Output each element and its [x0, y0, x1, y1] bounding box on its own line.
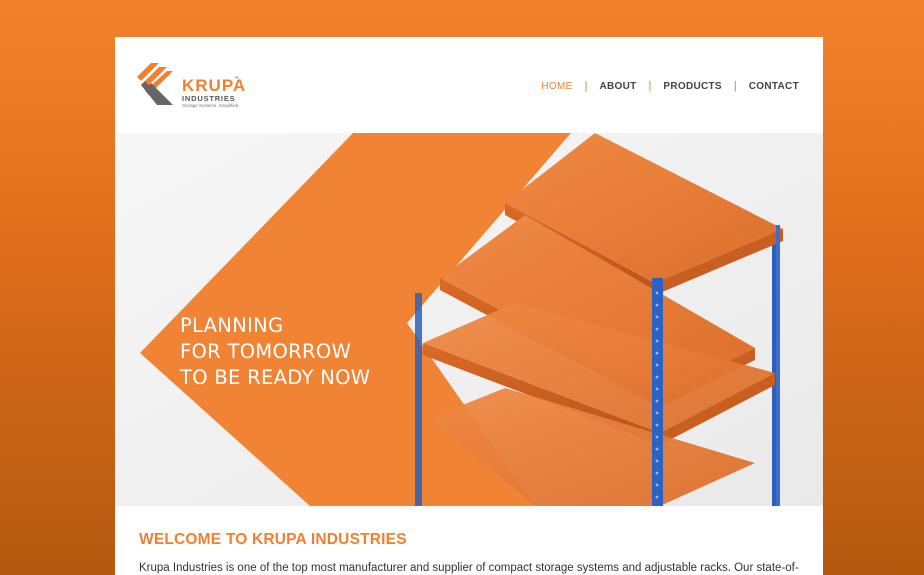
nav-separator: |: [648, 80, 652, 92]
logo-tagline: Storage Systems. Simplified.: [182, 103, 240, 108]
site-container: KRUPA ™ INDUSTRIES Storage Systems. Simp…: [115, 37, 823, 575]
nav-separator: |: [584, 80, 588, 92]
hero-headline: PLANNING FOR TOMORROW TO BE READY NOW: [180, 313, 370, 391]
hero-banner: PLANNING FOR TOMORROW TO BE READY NOW: [115, 133, 823, 506]
header: KRUPA ™ INDUSTRIES Storage Systems. Simp…: [115, 37, 823, 133]
main-nav: HOME | ABOUT | PRODUCTS | CONTACT: [541, 80, 799, 92]
intro-paragraph: Krupa Industries is one of the top most …: [139, 562, 799, 574]
nav-products[interactable]: PRODUCTS: [663, 81, 722, 92]
hero-line: PLANNING: [180, 314, 284, 337]
nav-about[interactable]: ABOUT: [599, 81, 636, 92]
nav-separator: |: [733, 80, 737, 92]
welcome-heading: WELCOME TO KRUPA INDUSTRIES: [139, 531, 407, 548]
hero-line: FOR TOMORROW: [180, 340, 352, 363]
logo-subtitle: INDUSTRIES: [182, 94, 236, 103]
logo-trademark: ™: [234, 76, 239, 82]
hero-line: TO BE READY NOW: [180, 366, 371, 389]
krupa-logo-icon: [137, 63, 173, 105]
nav-contact[interactable]: CONTACT: [749, 81, 799, 92]
nav-home[interactable]: HOME: [541, 81, 572, 92]
logo[interactable]: KRUPA ™ INDUSTRIES Storage Systems. Simp…: [137, 61, 247, 109]
